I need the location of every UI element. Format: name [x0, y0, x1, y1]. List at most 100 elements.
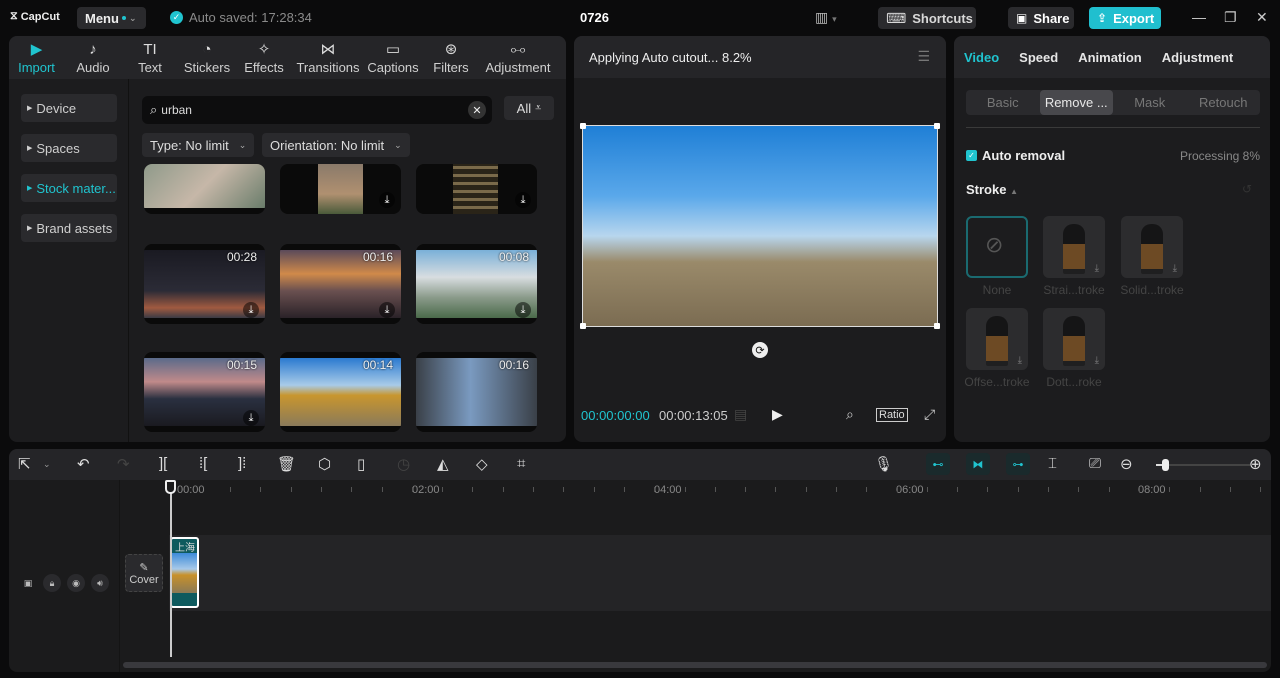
- stock-thumbnail[interactable]: 00:16 ⤓: [280, 244, 401, 324]
- restore-icon[interactable]: ❐: [1224, 9, 1237, 26]
- crop-icon[interactable]: ⌗: [517, 455, 525, 472]
- rotate-icon[interactable]: ⟳: [752, 342, 768, 358]
- resize-handle[interactable]: [934, 123, 940, 129]
- orientation-filter-dropdown[interactable]: Orientation: No limit ⌄: [262, 133, 410, 157]
- split-right-icon[interactable]: ]⁞: [238, 455, 246, 472]
- minimize-icon[interactable]: —: [1192, 9, 1206, 25]
- select-cursor-icon[interactable]: ⇱: [18, 455, 31, 473]
- reverse-icon[interactable]: ◷: [397, 455, 410, 473]
- zoom-out-icon[interactable]: ⊖: [1120, 455, 1133, 473]
- stock-thumbnail[interactable]: 00:28 ⤓: [144, 244, 265, 324]
- stock-thumbnail[interactable]: ⤓: [416, 164, 537, 214]
- main-track-magnet-toggle[interactable]: ⊷: [926, 453, 950, 475]
- tab-adjustment[interactable]: ⧟ Adjustment: [480, 36, 556, 79]
- download-icon[interactable]: ⤓: [515, 302, 531, 318]
- redo-icon[interactable]: ↷: [117, 455, 130, 473]
- zoom-in-icon[interactable]: ⊕: [1249, 455, 1262, 473]
- freeze-frame-icon[interactable]: ▯: [357, 455, 365, 473]
- menu-button[interactable]: Menu ⌄: [77, 7, 146, 29]
- subtab-basic[interactable]: Basic: [966, 90, 1040, 115]
- stock-thumbnail[interactable]: ⤓: [280, 164, 401, 214]
- subtab-mask[interactable]: Mask: [1113, 90, 1187, 115]
- tab-effects[interactable]: ✧ Effects: [236, 36, 292, 79]
- waveform-icon[interactable]: ▤: [734, 406, 747, 423]
- cover-button[interactable]: ✎ Cover: [125, 554, 163, 592]
- marker-icon[interactable]: ⬡: [318, 455, 331, 473]
- sidebar-item-spaces[interactable]: ▶ Spaces: [21, 134, 117, 162]
- ratio-button[interactable]: Ratio: [876, 408, 908, 422]
- shortcuts-button[interactable]: ⌨ Shortcuts: [878, 7, 976, 29]
- split-left-icon[interactable]: ⁞[: [199, 455, 207, 472]
- auto-removal-checkbox[interactable]: ✓ Auto removal: [966, 148, 1065, 163]
- auto-removal-label: Auto removal: [982, 148, 1066, 163]
- menu-icon[interactable]: ☰: [917, 48, 930, 65]
- resize-handle[interactable]: [580, 323, 586, 329]
- lock-icon[interactable]: 🔒︎: [43, 574, 61, 592]
- chevron-down-icon[interactable]: ⌄: [43, 459, 51, 470]
- resize-handle[interactable]: [580, 123, 586, 129]
- download-icon[interactable]: ⤓: [379, 302, 395, 318]
- download-icon[interactable]: ⤓: [515, 192, 531, 208]
- horizontal-scrollbar[interactable]: [123, 662, 1267, 668]
- export-button[interactable]: ⇪ Export: [1089, 7, 1161, 29]
- clear-search-icon[interactable]: ✕: [468, 101, 486, 119]
- auto-snapping-toggle[interactable]: ⧓: [966, 453, 990, 475]
- stock-thumbnail[interactable]: 00:15 ⤓: [144, 352, 265, 432]
- layout-icon[interactable]: ▥ ▾: [815, 9, 837, 26]
- type-filter-dropdown[interactable]: Type: No limit ⌄: [142, 133, 255, 157]
- fullscreen-icon[interactable]: ⤢: [924, 406, 935, 423]
- sidebar-item-brand-assets[interactable]: ▶ Brand assets: [21, 214, 117, 242]
- playhead[interactable]: [170, 480, 172, 657]
- subtab-remove-background[interactable]: Remove ...: [1039, 90, 1113, 115]
- project-title[interactable]: 0726: [580, 10, 609, 25]
- stock-thumbnail[interactable]: 00:08 ⤓: [416, 244, 537, 324]
- stock-thumbnail[interactable]: [144, 164, 265, 214]
- stock-thumbnail[interactable]: 00:16: [416, 352, 537, 432]
- microphone-icon[interactable]: 🎙: [874, 455, 893, 473]
- sidebar-item-stock-material[interactable]: ▶ Stock mater...: [21, 174, 117, 202]
- delete-icon[interactable]: 🗑: [277, 455, 296, 473]
- tab-speed[interactable]: Speed: [1009, 50, 1068, 65]
- tab-filters[interactable]: ⊛ Filters: [422, 36, 480, 79]
- search-input[interactable]: ⌕ urban ✕: [142, 96, 492, 124]
- rotate-icon[interactable]: ◇: [476, 455, 488, 473]
- linkage-toggle[interactable]: ⊶: [1006, 453, 1030, 475]
- tab-audio[interactable]: ♪ Audio: [64, 36, 122, 79]
- sidebar-item-device[interactable]: ▶ Device: [21, 94, 117, 122]
- tab-captions[interactable]: ▭ Captions: [364, 36, 422, 79]
- player-header: Applying Auto cutout... 8.2% ☰: [574, 36, 946, 78]
- filter-all-button[interactable]: All ⩡: [504, 96, 554, 120]
- stock-thumbnail[interactable]: 00:14: [280, 352, 401, 432]
- playhead-handle[interactable]: [165, 480, 176, 494]
- volume-icon[interactable]: 🔊︎: [91, 574, 109, 592]
- eye-icon[interactable]: ◉: [67, 574, 85, 592]
- undo-icon[interactable]: ↶: [77, 455, 90, 473]
- mirror-icon[interactable]: ◭: [437, 455, 449, 473]
- zoom-preview-icon[interactable]: ⌕: [846, 406, 854, 423]
- close-icon[interactable]: ✕: [1256, 9, 1268, 26]
- tab-stickers[interactable]: ◔ Stickers: [178, 36, 236, 79]
- tab-text[interactable]: TI Text: [122, 36, 178, 79]
- split-preview-icon[interactable]: ⌶: [1048, 455, 1057, 472]
- resize-handle[interactable]: [934, 323, 940, 329]
- share-button[interactable]: ▣ Share: [1008, 7, 1074, 29]
- stroke-section-header[interactable]: Stroke ▲: [966, 182, 1018, 197]
- tab-adjustment[interactable]: Adjustment: [1152, 50, 1244, 65]
- zoom-slider-handle[interactable]: [1162, 459, 1170, 471]
- timeline-zoom-slider[interactable]: [1156, 459, 1250, 471]
- download-icon[interactable]: ⤓: [379, 192, 395, 208]
- download-icon[interactable]: ⤓: [243, 410, 259, 426]
- video-preview[interactable]: [580, 123, 940, 329]
- subtab-retouch[interactable]: Retouch: [1187, 90, 1261, 115]
- stroke-option-straight: ⤓: [1043, 216, 1105, 278]
- tab-animation[interactable]: Animation: [1068, 50, 1152, 65]
- preview-axis-icon[interactable]: ⎚: [1089, 455, 1101, 472]
- play-icon[interactable]: ▶: [772, 406, 783, 423]
- tab-transitions[interactable]: ⋈ Transitions: [292, 36, 364, 79]
- split-icon[interactable]: ][: [159, 455, 167, 472]
- download-icon[interactable]: ⤓: [243, 302, 259, 318]
- tab-video[interactable]: Video: [954, 50, 1009, 65]
- video-clip[interactable]: 上海: [170, 537, 199, 608]
- ruler-tick: [594, 487, 595, 492]
- tab-import[interactable]: ▶ Import: [9, 36, 64, 79]
